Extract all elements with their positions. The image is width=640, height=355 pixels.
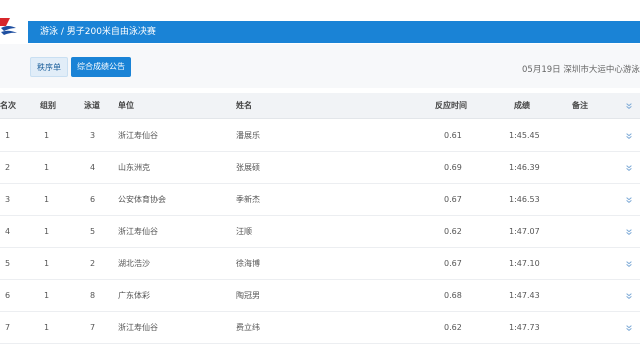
results-report-button[interactable]: 综合成绩公告 <box>71 57 131 77</box>
cell-result: 1:47.43 <box>509 291 540 300</box>
table-row[interactable]: 2 1 4 山东洲克 张展硕 0.69 1:46.39 <box>0 152 640 184</box>
cell-group: 1 <box>44 259 50 268</box>
cell-name: 汪顺 <box>236 227 252 236</box>
cell-unit: 公安体育协会 <box>118 195 166 204</box>
col-reaction: 反应时间 <box>435 101 467 110</box>
page-title: 游泳 / 男子200米自由泳决赛 <box>28 21 640 43</box>
cell-unit: 湖北浩沙 <box>118 259 150 268</box>
cell-unit: 山东洲克 <box>118 163 150 172</box>
cell-rank: 3 <box>5 195 11 204</box>
cell-name: 张展硕 <box>236 163 260 172</box>
table-row[interactable]: 6 1 8 广东体彩 陶冠男 0.68 1:47.43 <box>0 280 640 312</box>
expand-row-chevron-icon[interactable] <box>624 280 634 311</box>
cell-unit: 浙江寿仙谷 <box>118 323 158 332</box>
cell-group: 1 <box>44 163 50 172</box>
cell-rank: 1 <box>5 131 11 140</box>
cell-reaction: 0.62 <box>444 323 462 332</box>
cell-result: 1:47.10 <box>509 259 540 268</box>
cell-result: 1:46.53 <box>509 195 540 204</box>
table-row[interactable]: 3 1 6 公安体育协会 季新杰 0.67 1:46.53 <box>0 184 640 216</box>
cell-rank: 7 <box>5 323 11 332</box>
table-row[interactable]: 5 1 2 湖北浩沙 徐海博 0.67 1:47.10 <box>0 248 640 280</box>
col-group: 组别 <box>40 101 56 110</box>
cell-group: 1 <box>44 291 50 300</box>
table-row[interactable]: 4 1 5 浙江寿仙谷 汪顺 0.62 1:47.07 <box>0 216 640 248</box>
cell-lane: 8 <box>90 291 96 300</box>
cell-reaction: 0.67 <box>444 259 462 268</box>
cell-group: 1 <box>44 195 50 204</box>
cell-lane: 3 <box>90 131 96 140</box>
col-note: 备注 <box>572 101 588 110</box>
expand-row-chevron-icon[interactable] <box>624 248 634 279</box>
cell-reaction: 0.61 <box>444 131 462 140</box>
cell-rank: 2 <box>5 163 11 172</box>
cell-rank: 4 <box>5 227 11 236</box>
cell-name: 徐海博 <box>236 259 260 268</box>
cell-unit: 广东体彩 <box>118 291 150 300</box>
cell-name: 费立纬 <box>236 323 260 332</box>
col-name: 姓名 <box>236 101 252 110</box>
cell-lane: 5 <box>90 227 96 236</box>
cell-unit: 浙江寿仙谷 <box>118 227 158 236</box>
cell-name: 陶冠男 <box>236 291 260 300</box>
cell-group: 1 <box>44 323 50 332</box>
cell-name: 季新杰 <box>236 195 260 204</box>
cell-lane: 7 <box>90 323 96 332</box>
col-unit: 单位 <box>118 101 134 110</box>
table-row[interactable]: 1 1 3 浙江寿仙谷 潘展乐 0.61 1:45.45 <box>0 120 640 152</box>
col-rank: 名次 <box>0 101 16 110</box>
cell-rank: 5 <box>5 259 11 268</box>
cell-reaction: 0.62 <box>444 227 462 236</box>
cell-result: 1:47.07 <box>509 227 540 236</box>
cell-reaction: 0.67 <box>444 195 462 204</box>
col-lane: 泳道 <box>84 101 100 110</box>
cell-name: 潘展乐 <box>236 131 260 140</box>
table-header: 名次 组别 泳道 单位 姓名 反应时间 成绩 备注 <box>0 93 640 119</box>
cell-reaction: 0.68 <box>444 291 462 300</box>
cell-reaction: 0.69 <box>444 163 462 172</box>
col-result: 成绩 <box>514 101 530 110</box>
logo-icon <box>0 18 17 35</box>
cell-result: 1:45.45 <box>509 131 540 140</box>
cell-group: 1 <box>44 227 50 236</box>
event-date-venue: 05月19日 深圳市大运中心游泳 <box>522 65 640 75</box>
table-row[interactable]: 7 1 7 浙江寿仙谷 费立纬 0.62 1:47.73 <box>0 312 640 344</box>
cell-rank: 6 <box>5 291 11 300</box>
cell-lane: 2 <box>90 259 96 268</box>
expand-row-chevron-icon[interactable] <box>624 152 634 183</box>
expand-all-chevron-icon[interactable] <box>624 93 634 118</box>
cell-lane: 6 <box>90 195 96 204</box>
expand-row-chevron-icon[interactable] <box>624 216 634 247</box>
toolbar: 秩序单 综合成绩公告 05月19日 深圳市大运中心游泳 <box>0 44 640 88</box>
expand-row-chevron-icon[interactable] <box>624 120 634 151</box>
cell-result: 1:46.39 <box>509 163 540 172</box>
cell-group: 1 <box>44 131 50 140</box>
cell-lane: 4 <box>90 163 96 172</box>
start-list-button[interactable]: 秩序单 <box>30 57 68 77</box>
cell-result: 1:47.73 <box>509 323 540 332</box>
expand-row-chevron-icon[interactable] <box>624 184 634 215</box>
top-bar <box>0 0 640 19</box>
expand-row-chevron-icon[interactable] <box>624 312 634 343</box>
cell-unit: 浙江寿仙谷 <box>118 131 158 140</box>
